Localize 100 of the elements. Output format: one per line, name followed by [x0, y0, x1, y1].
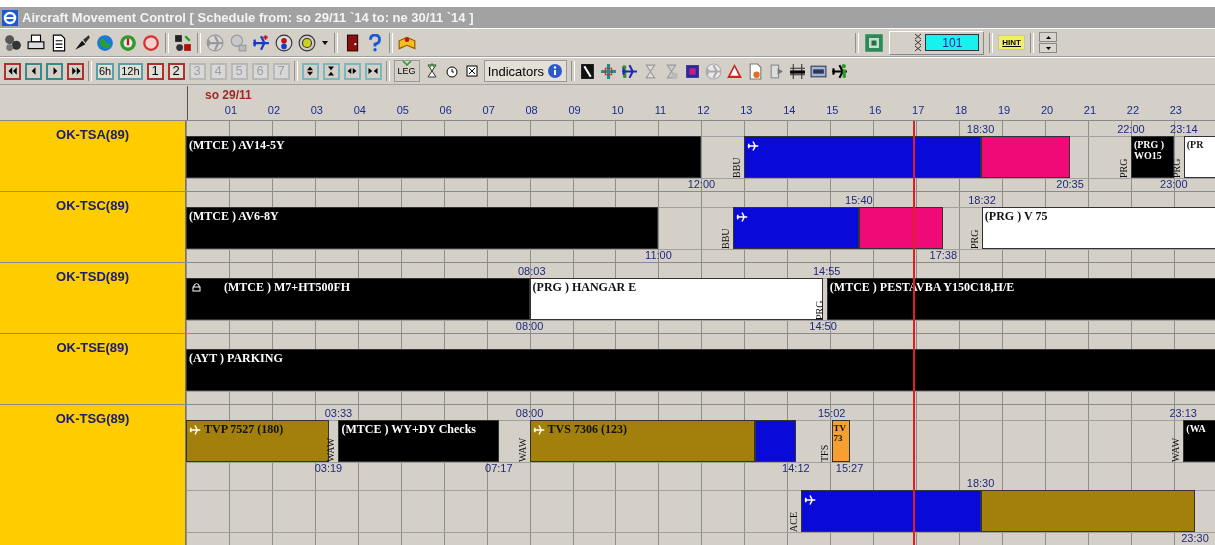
hour-label: 02 [266, 104, 281, 116]
time-label: 20:35 [1055, 178, 1085, 190]
hour-label: 01 [223, 104, 239, 116]
hour-label: 06 [438, 104, 453, 116]
time-label: 17:38 [928, 249, 959, 261]
expand-horizontal-button[interactable] [343, 62, 361, 80]
time-label: 18:30 [965, 477, 996, 489]
bar-segment[interactable] [338, 420, 499, 462]
document-icon[interactable] [50, 33, 68, 52]
bar-label: (MTCE ) AV14-5Y [188, 139, 285, 152]
station-code: BBU [731, 156, 744, 178]
time-label: 15:40 [844, 194, 874, 206]
hour-label: 13 [739, 104, 754, 116]
time-label: 03:19 [313, 462, 344, 474]
bar-segment[interactable] [1183, 420, 1215, 462]
station-code: PRG [968, 228, 981, 249]
target-icon[interactable] [275, 33, 293, 52]
time-label: 22:00 [1116, 123, 1146, 135]
expand-vertical-button[interactable] [301, 62, 319, 80]
range-button[interactable]: 1 [146, 62, 164, 80]
time-label: 08:00 [514, 407, 545, 419]
bar-label: TVS 7306 (123) [546, 423, 627, 436]
station-code: PRG [813, 299, 826, 320]
hour-label: 22 [1125, 104, 1140, 116]
bar-segment[interactable] [1183, 136, 1215, 178]
aircraft-registration[interactable]: OK-TSG(89) [55, 411, 130, 426]
next-page-button[interactable] [46, 62, 63, 80]
crosshair-icon[interactable] [600, 62, 617, 80]
first-page-button[interactable] [4, 62, 21, 80]
previous-page-button[interactable] [25, 62, 42, 80]
plane-plus-icon[interactable] [252, 33, 270, 52]
station-code: PRG [1117, 157, 1130, 178]
hour-label: 21 [1082, 104, 1098, 116]
time-label: 07:17 [484, 462, 514, 474]
disc-icon[interactable] [298, 33, 316, 52]
station-code: WAW [325, 436, 338, 462]
table-icon[interactable] [789, 62, 806, 80]
range-button[interactable]: 6h [96, 62, 115, 80]
aircraft-registration[interactable]: OK-TSD(89) [56, 269, 129, 284]
bar-label: (MTCE ) WY+DY Checks [340, 423, 476, 436]
range-button[interactable]: 12h [118, 62, 143, 80]
date-label: so 29/11 [205, 88, 252, 102]
warning-icon[interactable] [726, 62, 743, 80]
time-label: 23:30 [1180, 532, 1210, 544]
cross-marks-icon [914, 32, 923, 53]
time-label: 08:03 [516, 265, 547, 277]
hour-label: 11 [653, 104, 668, 116]
close-icon[interactable] [463, 63, 480, 79]
hour-label: 18 [953, 104, 969, 116]
collapse-horizontal-button[interactable] [364, 62, 382, 80]
hour-label: 20 [1039, 104, 1055, 116]
bar-label: (MTCE ) AV6-8Y [188, 210, 279, 223]
shapes-icon[interactable] [174, 33, 192, 52]
aircraft-registration[interactable]: OK-TSC(89) [56, 198, 129, 213]
indicators-button[interactable]: Indicators [483, 60, 567, 82]
printer-icon[interactable] [27, 33, 45, 52]
hint-button[interactable]: HINT [998, 35, 1025, 50]
station-code: WAW [1170, 436, 1183, 462]
last-page-button[interactable] [67, 62, 84, 80]
aircraft-registration[interactable]: OK-TSA(89) [56, 127, 129, 142]
bar-segment[interactable] [831, 420, 850, 462]
bar-label: (WA [1185, 423, 1207, 434]
hour-label: 15 [825, 104, 840, 116]
plane-person-icon[interactable] [831, 62, 848, 80]
bar-segment[interactable] [529, 278, 823, 320]
bar-segment[interactable] [186, 278, 530, 320]
time-label: 23:13 [1168, 407, 1198, 419]
time-label: 03:33 [323, 407, 354, 419]
film-icon[interactable] [579, 62, 596, 80]
leg-button[interactable]: LEG [393, 60, 420, 82]
time-label: 18:32 [967, 194, 997, 206]
clock-icon[interactable] [443, 63, 460, 79]
grid-icon[interactable] [864, 32, 885, 53]
bar-segment[interactable] [826, 278, 1215, 320]
hour-label: 09 [567, 104, 582, 116]
last-page-icon [69, 65, 82, 77]
page-icon[interactable] [747, 62, 764, 80]
time-label: 14:50 [808, 320, 838, 332]
hour-label: 10 [610, 104, 625, 116]
spin-up-button[interactable] [1039, 32, 1057, 42]
person-plane-icon[interactable] [621, 62, 638, 80]
brush-icon[interactable] [73, 33, 91, 52]
gears-icon[interactable] [4, 33, 22, 52]
caret-icon[interactable] [321, 38, 329, 47]
collapse-vertical-button[interactable] [322, 62, 340, 80]
hour-label: 05 [395, 104, 410, 116]
down-arrow-icon [1045, 46, 1051, 50]
bar-segment[interactable] [1130, 136, 1174, 178]
globe-icon[interactable] [96, 33, 114, 52]
app-icon [2, 9, 18, 26]
aircraft-registration[interactable]: OK-TSE(89) [56, 340, 129, 355]
first-page-icon [6, 65, 19, 77]
range-button[interactable]: 2 [167, 62, 185, 80]
spin-down-button[interactable] [1039, 43, 1057, 53]
time-label: 14:12 [781, 462, 811, 474]
bar-label: (PR [1185, 139, 1205, 150]
counter-field[interactable]: 101 [925, 34, 980, 51]
help-icon[interactable] [366, 33, 384, 52]
document-icon[interactable] [684, 62, 701, 80]
bar-segment[interactable] [981, 207, 1215, 249]
